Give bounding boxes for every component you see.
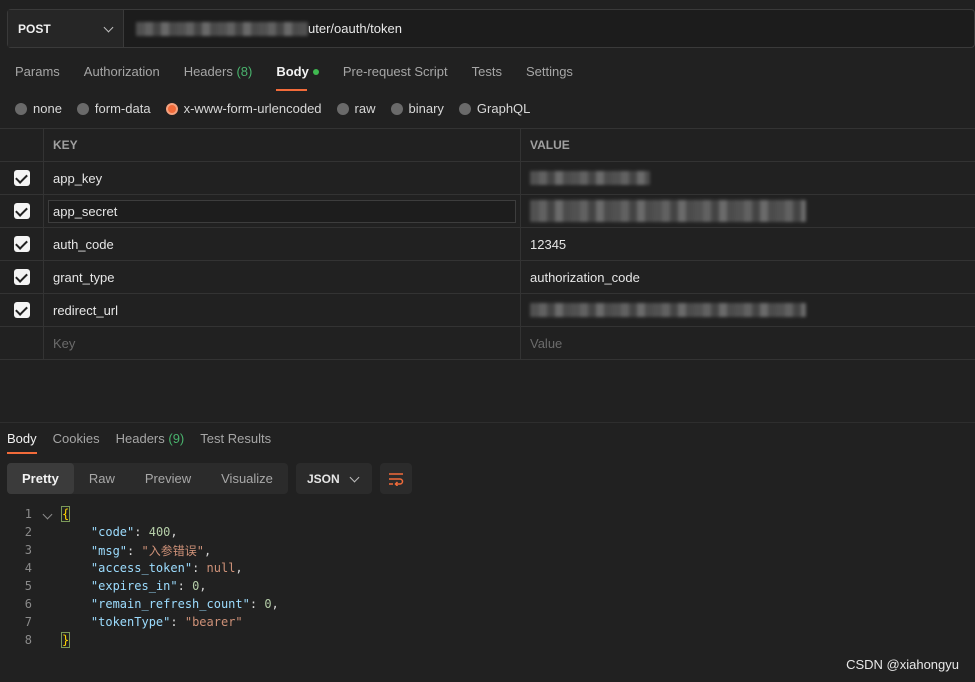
radio-icon <box>336 102 349 115</box>
value-cell[interactable]: authorization_code <box>521 261 975 293</box>
method-label: POST <box>18 21 51 36</box>
url-bar: POST uter/oauth/token <box>7 9 975 48</box>
row-checkbox[interactable] <box>13 170 30 186</box>
response-tab-body[interactable]: Body <box>7 431 37 454</box>
code-line: 6 "remain_refresh_count": 0, <box>24 597 279 611</box>
row-checkbox[interactable] <box>13 302 30 318</box>
code-line: 8} <box>24 632 71 648</box>
column-header-key: KEY <box>44 129 521 161</box>
view-mode-group: Pretty Raw Preview Visualize <box>7 463 288 494</box>
view-pretty-button[interactable]: Pretty <box>7 463 74 494</box>
chevron-down-icon <box>103 22 114 32</box>
tab-authorization[interactable]: Authorization <box>84 64 160 87</box>
url-text: uter/oauth/token <box>308 21 402 36</box>
key-cell[interactable]: app_key <box>44 162 521 194</box>
wrap-lines-icon <box>389 472 404 486</box>
value-cell[interactable] <box>521 195 975 227</box>
tab-tests[interactable]: Tests <box>472 64 502 87</box>
code-line: 2 "code": 400, <box>24 525 178 539</box>
row-checkbox[interactable] <box>13 269 30 285</box>
value-cell[interactable] <box>521 294 975 326</box>
radio-x-www-form-urlencoded[interactable]: x-www-form-urlencoded <box>165 101 322 116</box>
key-cell[interactable]: grant_type <box>44 261 521 293</box>
radio-selected-icon <box>165 102 178 115</box>
params-table: KEY VALUE app_key app_secret auth_code 1… <box>0 128 975 360</box>
code-line: 5 "expires_in": 0, <box>24 579 207 593</box>
method-select[interactable]: POST <box>8 10 124 47</box>
table-row: redirect_url <box>0 294 975 327</box>
tab-settings[interactable]: Settings <box>526 64 573 87</box>
chevron-down-icon <box>349 472 360 482</box>
table-row-empty: Key Value <box>0 327 975 360</box>
code-line: 7 "tokenType": "bearer" <box>24 615 243 629</box>
row-checkbox[interactable] <box>13 236 30 252</box>
redacted-value <box>530 171 650 185</box>
table-row: grant_type authorization_code <box>0 261 975 294</box>
radio-icon <box>76 102 89 115</box>
response-tab-headers[interactable]: Headers (9) <box>116 431 185 446</box>
column-header-value: VALUE <box>530 138 570 152</box>
table-row: app_secret <box>0 195 975 228</box>
radio-binary[interactable]: binary <box>390 101 444 116</box>
radio-icon <box>458 102 471 115</box>
tab-headers[interactable]: Headers (8) <box>184 64 253 87</box>
response-json-editor[interactable]: 1{ 2 "code": 400, 3 "msg": "入参错误", 4 "ac… <box>0 505 279 649</box>
url-input[interactable]: uter/oauth/token <box>124 10 402 47</box>
key-placeholder[interactable]: Key <box>44 327 521 359</box>
watermark: CSDN @xiahongyu <box>846 657 959 672</box>
radio-icon <box>15 102 27 115</box>
code-line: 4 "access_token": null, <box>24 561 243 575</box>
view-preview-button[interactable]: Preview <box>130 463 206 494</box>
tab-body[interactable]: Body <box>276 64 319 91</box>
response-divider <box>0 422 975 423</box>
response-tab-cookies[interactable]: Cookies <box>53 431 100 446</box>
redacted-value <box>530 303 806 317</box>
radio-raw[interactable]: raw <box>336 101 376 116</box>
view-visualize-button[interactable]: Visualize <box>206 463 288 494</box>
radio-icon <box>390 102 403 115</box>
response-headers-count: (9) <box>168 431 185 446</box>
wrap-lines-button[interactable] <box>380 463 412 494</box>
code-line: 1{ <box>24 506 71 522</box>
body-active-dot <box>312 68 319 75</box>
table-header-row: KEY VALUE <box>0 129 975 162</box>
redacted-value <box>530 200 806 222</box>
radio-none[interactable]: none <box>15 101 62 116</box>
format-select[interactable]: JSON <box>296 463 372 494</box>
view-raw-button[interactable]: Raw <box>74 463 130 494</box>
table-row: app_key <box>0 162 975 195</box>
code-line: 3 "msg": "入参错误", <box>24 543 212 558</box>
radio-form-data[interactable]: form-data <box>76 101 151 116</box>
fold-chevron-icon[interactable] <box>42 509 53 520</box>
value-cell[interactable] <box>521 162 975 194</box>
value-placeholder[interactable]: Value <box>521 327 975 359</box>
key-cell[interactable]: redirect_url <box>44 294 521 326</box>
row-checkbox[interactable] <box>13 203 30 219</box>
response-tabs: Body Cookies Headers (9) Test Results <box>7 431 271 454</box>
tab-params[interactable]: Params <box>15 64 60 87</box>
radio-graphql[interactable]: GraphQL <box>458 101 530 116</box>
response-tab-test-results[interactable]: Test Results <box>200 431 271 446</box>
value-cell[interactable]: 12345 <box>521 228 975 260</box>
table-row: auth_code 12345 <box>0 228 975 261</box>
body-type-group: none form-data x-www-form-urlencoded raw… <box>15 101 530 116</box>
key-cell[interactable]: auth_code <box>44 228 521 260</box>
headers-count: (8) <box>236 64 253 79</box>
redacted-url-part <box>136 21 308 36</box>
request-tabs: Params Authorization Headers (8) Body Pr… <box>15 64 573 91</box>
key-cell-focused[interactable]: app_secret <box>48 199 516 223</box>
tab-pre-request-script[interactable]: Pre-request Script <box>343 64 448 87</box>
